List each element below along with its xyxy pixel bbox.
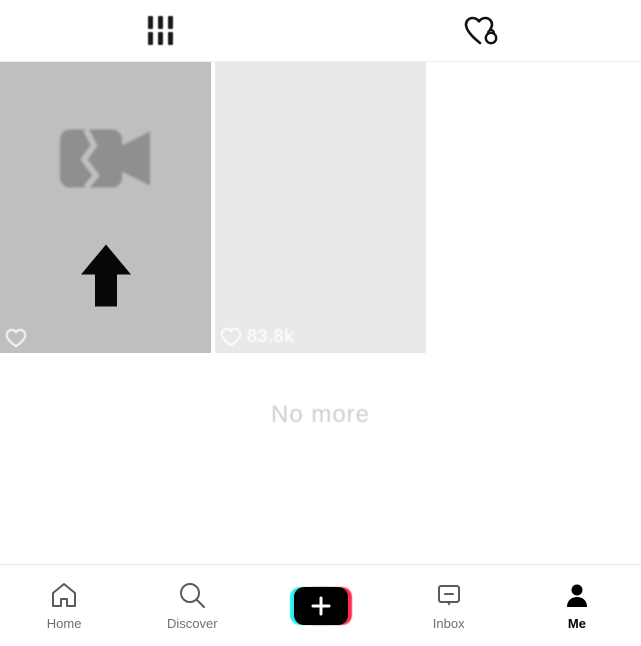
broken-video-icon	[56, 122, 156, 201]
grid-icon	[148, 16, 173, 45]
heart-lock-icon	[464, 16, 498, 46]
tab-grid[interactable]	[0, 0, 321, 61]
nav-home[interactable]: Home	[0, 581, 128, 631]
video-tile[interactable]: 83.8k	[215, 62, 426, 353]
upload-arrow-icon	[79, 240, 133, 315]
tile-likes	[6, 329, 32, 347]
create-button-glow	[294, 587, 348, 625]
inbox-icon	[434, 581, 464, 612]
plus-icon	[294, 587, 348, 625]
person-icon	[562, 581, 592, 612]
nav-label: Me	[568, 616, 586, 631]
nav-label: Discover	[167, 616, 218, 631]
top-tab-bar	[0, 0, 641, 62]
tab-liked[interactable]	[321, 0, 641, 61]
home-icon	[49, 581, 79, 612]
nav-label: Inbox	[433, 616, 465, 631]
nav-inbox[interactable]: Inbox	[385, 581, 513, 631]
nav-label: Home	[47, 616, 82, 631]
video-tile[interactable]	[0, 62, 211, 353]
bottom-nav: Home Discover Inb	[0, 564, 641, 646]
no-more-text: No more	[0, 353, 641, 489]
nav-me[interactable]: Me	[513, 581, 641, 631]
tile-likes: 83.8k	[221, 326, 295, 347]
nav-create[interactable]	[256, 587, 384, 625]
search-icon	[177, 581, 207, 612]
tile-likes-count: 83.8k	[247, 326, 295, 347]
nav-discover[interactable]: Discover	[128, 581, 256, 631]
video-grid: 83.8k	[0, 62, 641, 353]
heart-icon	[221, 328, 241, 346]
heart-icon	[6, 329, 26, 347]
